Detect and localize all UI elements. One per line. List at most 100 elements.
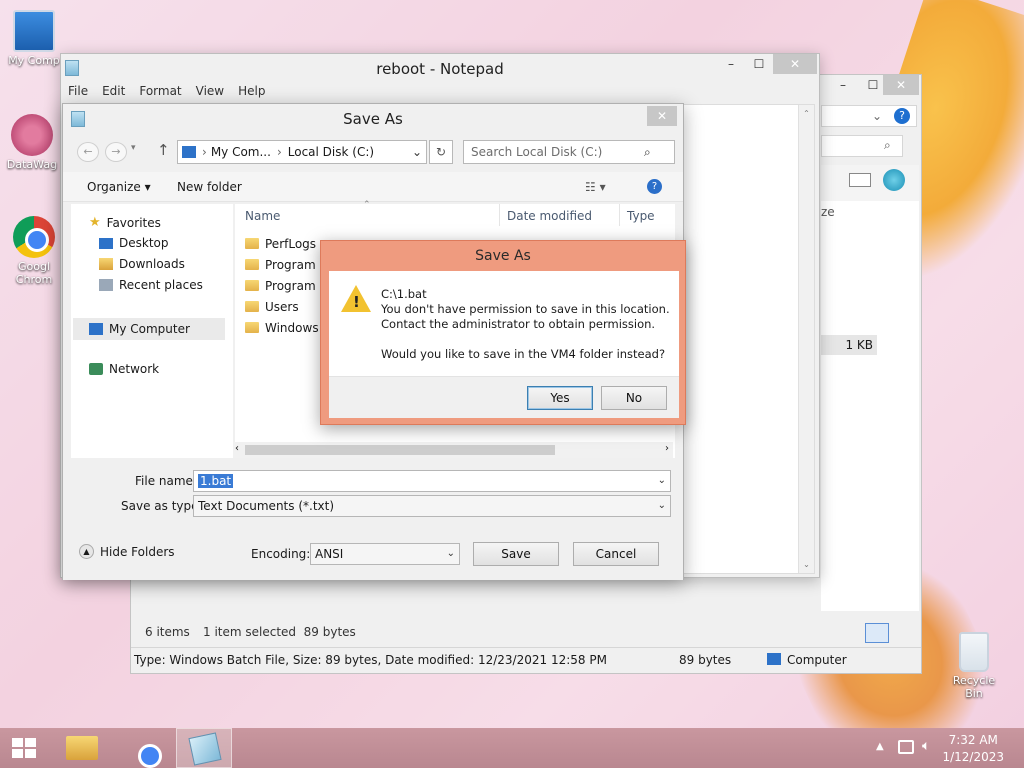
globe-icon[interactable] bbox=[883, 169, 905, 191]
desktop-icon-chrome[interactable]: Googl Chrom bbox=[6, 216, 62, 286]
desktop-icon-recycle-bin[interactable]: Recycle Bin bbox=[944, 632, 1004, 700]
menu-format[interactable]: Format bbox=[139, 84, 181, 104]
taskbar-chrome[interactable] bbox=[114, 728, 170, 768]
help-icon[interactable]: ? bbox=[647, 179, 662, 194]
breadcrumb-local-disk[interactable]: Local Disk (C:) bbox=[288, 145, 374, 159]
items-count: 6 items bbox=[145, 625, 190, 639]
list-item[interactable]: Program F bbox=[245, 279, 326, 293]
horizontal-scrollbar[interactable]: ‹ › bbox=[233, 442, 673, 458]
menu-help[interactable]: Help bbox=[238, 84, 265, 104]
maximize-button[interactable]: ☐ bbox=[741, 54, 777, 74]
search-icon: ⌕ bbox=[644, 145, 651, 159]
organize-button[interactable]: Organize ▾ bbox=[87, 180, 151, 194]
desktop-icon-my-computer[interactable]: My Comp bbox=[4, 10, 64, 67]
details-view-icon[interactable] bbox=[865, 623, 889, 643]
nav-my-computer[interactable]: My Computer bbox=[73, 318, 225, 340]
menu-edit[interactable]: Edit bbox=[102, 84, 125, 104]
folder-icon bbox=[245, 301, 259, 312]
save-button[interactable]: Save bbox=[473, 542, 559, 566]
size-cell: 1 KB bbox=[821, 335, 877, 355]
no-button[interactable]: No bbox=[601, 386, 667, 410]
search-input[interactable]: ⌕ bbox=[821, 135, 903, 157]
folder-icon bbox=[245, 238, 259, 249]
breadcrumb-my-computer[interactable]: My Com... bbox=[211, 145, 271, 159]
recycle-bin-icon bbox=[959, 632, 989, 672]
toolbar bbox=[821, 165, 919, 201]
preview-pane-icon[interactable] bbox=[849, 173, 871, 187]
refresh-button[interactable]: ↻ bbox=[429, 140, 453, 164]
new-folder-button[interactable]: New folder bbox=[177, 180, 242, 194]
help-icon[interactable]: ? bbox=[894, 108, 910, 124]
close-button[interactable]: ✕ bbox=[883, 75, 919, 95]
cancel-button[interactable]: Cancel bbox=[573, 542, 659, 566]
file-name-value: 1.bat bbox=[198, 474, 234, 488]
permission-alert-dialog[interactable]: Save As C:\1.bat You don't have permissi… bbox=[320, 240, 686, 425]
chevron-down-icon[interactable]: ⌄ bbox=[412, 145, 422, 159]
large-icons-view-icon[interactable] bbox=[891, 623, 913, 643]
chevron-down-icon[interactable]: ⌄ bbox=[799, 560, 814, 569]
column-header-date[interactable]: Date modified bbox=[507, 209, 592, 223]
network-icon[interactable] bbox=[898, 740, 914, 754]
start-button[interactable] bbox=[0, 728, 48, 768]
save-options: File name: 1.bat ⌄ Save as type: Text Do… bbox=[63, 460, 683, 580]
taskbar-notepad[interactable] bbox=[176, 728, 232, 768]
close-button[interactable]: ✕ bbox=[647, 106, 677, 126]
nav-downloads[interactable]: Downloads bbox=[99, 257, 185, 271]
vertical-scrollbar[interactable]: ⌃ ⌄ bbox=[798, 105, 814, 573]
nav-favorites[interactable]: ★ Favorites bbox=[89, 215, 161, 230]
list-item[interactable]: Program F bbox=[245, 258, 326, 272]
file-name-input[interactable]: 1.bat ⌄ bbox=[193, 470, 671, 492]
collapse-icon: ▲ bbox=[79, 544, 94, 559]
column-header-name[interactable]: Name bbox=[245, 209, 280, 223]
text-editor[interactable]: ⌃ ⌄ bbox=[683, 104, 815, 574]
navigation-pane: ★ Favorites Desktop Downloads Recent pla… bbox=[71, 204, 233, 458]
recent-places-icon bbox=[99, 279, 113, 291]
save-type-label: Save as type: bbox=[121, 499, 203, 513]
downloads-folder-icon bbox=[99, 258, 113, 270]
chevron-left-icon[interactable]: ‹ bbox=[235, 443, 239, 454]
back-button[interactable]: ← bbox=[77, 142, 99, 162]
windows-logo-icon bbox=[12, 738, 36, 758]
menu-view[interactable]: View bbox=[196, 84, 224, 104]
up-arrow-icon[interactable]: ↑ bbox=[157, 141, 170, 159]
view-options-icon[interactable]: ☷ ▾ bbox=[585, 180, 606, 194]
desktop-icon-datawag[interactable]: DataWag bbox=[2, 114, 62, 171]
nav-desktop[interactable]: Desktop bbox=[99, 236, 169, 250]
chevron-right-icon: › bbox=[276, 145, 282, 159]
folder-icon bbox=[245, 322, 259, 333]
chevron-down-icon[interactable]: ▾ bbox=[131, 143, 136, 153]
save-type-select[interactable]: Text Documents (*.txt) ⌄ bbox=[193, 495, 671, 517]
yes-button[interactable]: Yes bbox=[527, 386, 593, 410]
hide-folders-button[interactable]: ▲ Hide Folders bbox=[79, 544, 175, 559]
column-header-type[interactable]: Type bbox=[627, 209, 655, 223]
clock-time: 7:32 AM bbox=[948, 733, 998, 747]
chevron-right-icon[interactable]: › bbox=[665, 443, 669, 454]
chevron-down-icon[interactable]: ⌄ bbox=[658, 471, 666, 491]
search-input[interactable]: Search Local Disk (C:) ⌕ bbox=[463, 140, 675, 164]
list-item[interactable]: Users bbox=[245, 300, 299, 314]
nav-label: My Computer bbox=[109, 322, 190, 336]
dialog-titlebar[interactable]: Save As ✕ bbox=[63, 104, 683, 134]
speaker-icon[interactable]: 🔈︎ bbox=[922, 738, 930, 754]
notepad-titlebar[interactable]: reboot - Notepad – ☐ ✕ bbox=[61, 54, 819, 84]
address-bar[interactable]: ⌄ ? bbox=[821, 105, 917, 127]
menu-file[interactable]: File bbox=[68, 84, 88, 104]
file-name: Users bbox=[265, 300, 299, 314]
nav-network[interactable]: Network bbox=[89, 362, 159, 376]
encoding-select[interactable]: ANSI ⌄ bbox=[310, 543, 460, 565]
list-item[interactable]: PerfLogs bbox=[245, 237, 316, 251]
chevron-up-icon[interactable]: ▲ bbox=[876, 741, 884, 752]
taskbar-file-explorer[interactable] bbox=[54, 728, 110, 768]
folder-icon bbox=[66, 736, 98, 760]
clock[interactable]: 7:32 AM 1/12/2023 bbox=[942, 732, 1004, 766]
list-item[interactable]: Windows bbox=[245, 321, 319, 335]
alert-body: C:\1.bat You don't have permission to sa… bbox=[329, 271, 679, 418]
chevron-up-icon[interactable]: ⌃ bbox=[799, 109, 814, 118]
warning-icon bbox=[341, 285, 371, 312]
nav-recent-places[interactable]: Recent places bbox=[99, 278, 203, 292]
forward-button[interactable]: → bbox=[105, 142, 127, 162]
address-bar[interactable]: › My Com... › Local Disk (C:) ⌄ bbox=[177, 140, 427, 164]
scrollbar-thumb[interactable] bbox=[245, 445, 555, 455]
file-name-label: File name: bbox=[135, 474, 197, 488]
close-button[interactable]: ✕ bbox=[773, 54, 817, 74]
